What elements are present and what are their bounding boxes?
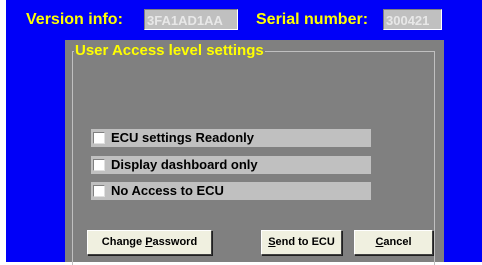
send-to-ecu-accel: S <box>268 236 276 248</box>
no-access-checkbox[interactable] <box>93 185 105 197</box>
cancel-button[interactable]: Cancel <box>354 230 433 255</box>
no-access-label[interactable]: No Access to ECU <box>111 182 224 200</box>
dashboard-only-label[interactable]: Display dashboard only <box>111 156 258 174</box>
header-bar: Version info: 3FA1AD1AA Serial number: 3… <box>6 0 482 42</box>
access-settings-panel: User Access level settings ECU settings … <box>65 40 444 265</box>
send-to-ecu-text-post: end to ECU <box>275 236 335 248</box>
change-password-button[interactable]: Change Password <box>87 230 212 255</box>
dashboard-only-checkbox[interactable] <box>93 159 105 171</box>
group-box-title: User Access level settings <box>74 42 265 59</box>
ecu-readonly-label[interactable]: ECU settings Readonly <box>111 129 254 147</box>
version-info-label: Version info: <box>26 11 123 28</box>
option-ecu-readonly[interactable]: ECU settings Readonly <box>91 129 371 147</box>
serial-number-label: Serial number: <box>256 11 369 28</box>
option-dashboard-only[interactable]: Display dashboard only <box>91 156 371 174</box>
send-to-ecu-button[interactable]: Send to ECU <box>261 230 342 255</box>
access-settings-window: Version info: 3FA1AD1AA Serial number: 3… <box>6 0 482 265</box>
cancel-text-post: ancel <box>383 236 412 248</box>
serial-number-value: 300421 <box>383 9 442 30</box>
change-password-text-pre: Change <box>101 236 146 248</box>
version-info-value: 3FA1AD1AA <box>144 9 238 30</box>
ecu-readonly-checkbox[interactable] <box>93 132 105 144</box>
change-password-accel: P <box>145 236 153 248</box>
change-password-text-post: assword <box>152 236 198 248</box>
option-no-access[interactable]: No Access to ECU <box>91 182 371 200</box>
